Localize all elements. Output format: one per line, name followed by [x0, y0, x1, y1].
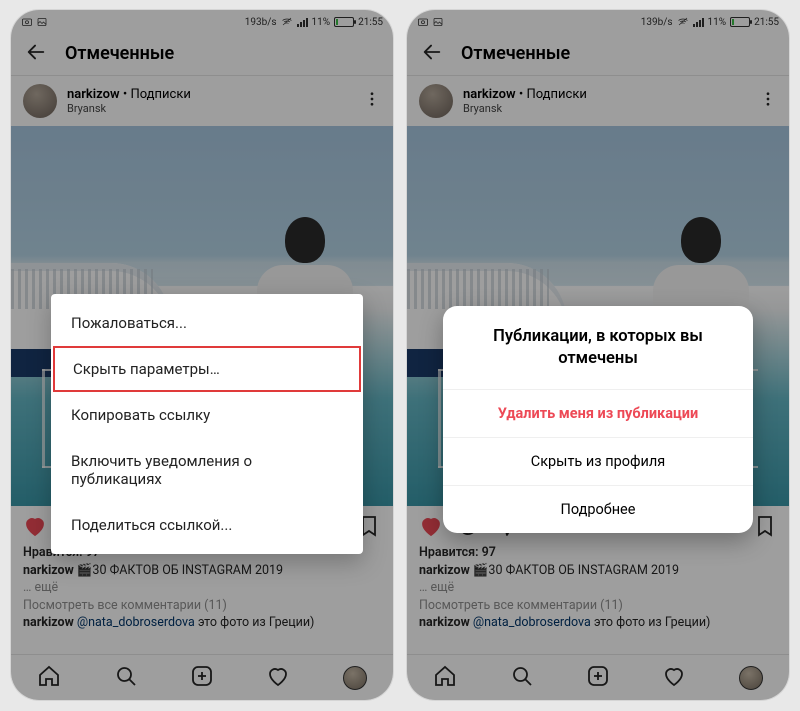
like-icon[interactable] — [23, 514, 47, 542]
post-user-block[interactable]: narkizow • Подписки Bryansk — [463, 87, 587, 116]
follow-link: Подписки — [130, 87, 190, 102]
clock: 21:55 — [358, 17, 383, 28]
avatar[interactable] — [419, 84, 453, 118]
camera-icon — [21, 16, 33, 28]
top-comment: narkizow @nata_dobroserdova это фото из … — [419, 614, 777, 632]
picture-icon — [36, 16, 48, 28]
avatar[interactable] — [23, 84, 57, 118]
caption-more[interactable]: … ещё — [23, 579, 381, 597]
status-bar: 139b/s 11% 21:55 — [407, 10, 789, 32]
activity-icon[interactable] — [266, 664, 290, 692]
post-meta: Нравится: 97 narkizow 🎬30 ФАКТОВ ОБ INST… — [11, 544, 393, 638]
status-bar: 193b/s 11% 21:55 — [11, 10, 393, 32]
profile-icon[interactable] — [739, 666, 763, 690]
tagged-dialog: Публикации, в которых вы отмечены Удалит… — [443, 306, 753, 533]
phone-right: 139b/s 11% 21:55 Отмеченные narkizow • П… — [407, 10, 789, 700]
wifi-off-icon — [677, 16, 689, 28]
net-speed: 193b/s — [245, 17, 277, 28]
activity-icon[interactable] — [662, 664, 686, 692]
back-icon[interactable] — [25, 41, 47, 67]
home-icon[interactable] — [37, 664, 61, 692]
more-options-icon[interactable] — [759, 90, 777, 112]
search-icon[interactable] — [510, 664, 534, 692]
profile-icon[interactable] — [343, 666, 367, 690]
app-header: Отмеченные — [11, 32, 393, 76]
post-user-block[interactable]: narkizow • Подписки Bryansk — [67, 87, 191, 116]
options-menu: Пожаловаться... Скрыть параметры… Копиро… — [51, 294, 363, 554]
page-title: Отмеченные — [461, 43, 570, 64]
battery-icon — [730, 17, 750, 27]
view-all-comments[interactable]: Посмотреть все комментарии (11) — [23, 597, 381, 615]
battery-pct: 11% — [312, 17, 331, 28]
clock: 21:55 — [754, 17, 779, 28]
back-icon[interactable] — [421, 41, 443, 67]
add-post-icon[interactable] — [586, 664, 610, 692]
battery-pct: 11% — [708, 17, 727, 28]
post-meta: Нравится: 97 narkizow 🎬30 ФАКТОВ ОБ INST… — [407, 544, 789, 638]
post-header: narkizow • Подписки Bryansk — [11, 76, 393, 126]
picture-icon — [432, 16, 444, 28]
bookmark-icon[interactable] — [753, 514, 777, 542]
menu-share-link[interactable]: Поделиться ссылкой... — [51, 502, 363, 548]
battery-icon — [334, 17, 354, 27]
more-options-icon[interactable] — [363, 90, 381, 112]
camera-icon — [417, 16, 429, 28]
statusbar-left-icons — [417, 16, 444, 28]
dialog-more[interactable]: Подробнее — [443, 486, 753, 533]
page-title: Отмеченные — [65, 43, 174, 64]
post-username: narkizow — [67, 87, 120, 102]
caption-more[interactable]: … ещё — [419, 579, 777, 597]
dialog-title: Публикации, в которых вы отмечены — [443, 306, 753, 390]
net-speed: 139b/s — [641, 17, 673, 28]
menu-copy-link[interactable]: Копировать ссылку — [51, 392, 363, 438]
post-location: Bryansk — [67, 102, 191, 115]
app-header: Отмеченные — [407, 32, 789, 76]
signal-icon — [297, 17, 308, 27]
statusbar-left-icons — [21, 16, 48, 28]
caption-row: narkizow 🎬30 ФАКТОВ ОБ INSTAGRAM 2019 — [23, 562, 381, 580]
likes-row[interactable]: Нравится: 97 — [419, 544, 777, 562]
follow-link: Подписки — [526, 87, 586, 102]
search-icon[interactable] — [114, 664, 138, 692]
post-username: narkizow — [463, 87, 516, 102]
menu-hide-options[interactable]: Скрыть параметры… — [53, 346, 361, 392]
signal-icon — [693, 17, 704, 27]
post-header: narkizow • Подписки Bryansk — [407, 76, 789, 126]
mention[interactable]: @nata_dobroserdova — [473, 615, 591, 630]
dialog-remove-me[interactable]: Удалить меня из публикации — [443, 390, 753, 438]
like-icon[interactable] — [419, 514, 443, 542]
bottom-nav — [11, 654, 393, 700]
phone-left: 193b/s 11% 21:55 Отмеченные narkizow • П… — [11, 10, 393, 700]
bottom-nav — [407, 654, 789, 700]
home-icon[interactable] — [433, 664, 457, 692]
mention[interactable]: @nata_dobroserdova — [77, 615, 195, 630]
caption-row: narkizow 🎬30 ФАКТОВ ОБ INSTAGRAM 2019 — [419, 562, 777, 580]
menu-report[interactable]: Пожаловаться... — [51, 300, 363, 346]
view-all-comments[interactable]: Посмотреть все комментарии (11) — [419, 597, 777, 615]
wifi-off-icon — [281, 16, 293, 28]
post-location: Bryansk — [463, 102, 587, 115]
menu-enable-notifications[interactable]: Включить уведомления о публикациях — [51, 438, 363, 502]
add-post-icon[interactable] — [190, 664, 214, 692]
top-comment: narkizow @nata_dobroserdova это фото из … — [23, 614, 381, 632]
dialog-hide-from-profile[interactable]: Скрыть из профиля — [443, 438, 753, 486]
